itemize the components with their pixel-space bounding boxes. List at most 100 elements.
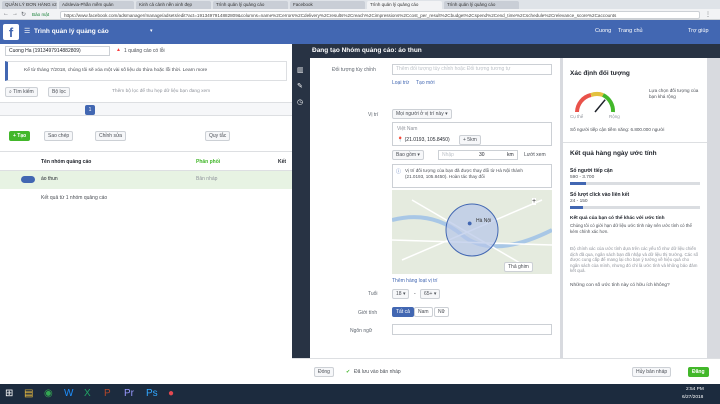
age-min: 18 [396, 291, 402, 297]
word-icon[interactable]: W [64, 388, 73, 399]
custom-audience-input[interactable]: Thêm đối tượng tùy chỉnh hoặc Đối tượng … [392, 64, 552, 75]
filter-button[interactable]: Bộ lọc [48, 87, 70, 97]
include-label: Bao gồm [396, 152, 417, 158]
browser-tab[interactable]: Trình quản lý quảng cáo [213, 1, 288, 9]
language-input[interactable] [392, 324, 552, 335]
age-dash: - [414, 291, 416, 297]
add-bulk-link[interactable]: Thêm hàng loạt vị trí [392, 278, 438, 284]
app-icon[interactable]: ● [168, 388, 174, 399]
table-header: Tên nhóm quảng cáo Phân phối Kết [0, 151, 292, 171]
gender-male-button[interactable]: Nam [414, 307, 433, 317]
drop-pin-button[interactable]: Thả ghim [504, 262, 533, 272]
ads-manager-left: Cuong Ha (1913497914882809) ▲ 1 quảng cá… [0, 44, 292, 384]
edit-button[interactable]: Chỉnh sửa [95, 131, 127, 141]
age-max-select[interactable]: 65+ ▾ [420, 289, 441, 299]
clicks-bar [570, 206, 700, 209]
create-button[interactable]: + Tạo [9, 131, 31, 141]
saved-label: Đã lưu vào bản nháp [354, 369, 401, 375]
browse-link[interactable]: Lướt xem [524, 152, 546, 158]
excel-icon[interactable]: X [84, 388, 91, 399]
radius-slider[interactable]: Nhập 30 km [438, 150, 518, 160]
age-max: 65+ [424, 291, 433, 297]
exclude-link[interactable]: Loại trừ [392, 80, 409, 86]
rules-button[interactable]: Quy tắc [205, 131, 231, 141]
adset-tab-icon[interactable]: 1 [85, 105, 95, 115]
chrome-icon[interactable]: ◉ [44, 388, 53, 399]
powerpoint-icon[interactable]: P [104, 388, 111, 399]
clicks-value: 24 - 150 [570, 199, 588, 204]
reload-icon[interactable]: ↻ [21, 11, 26, 18]
discard-draft-button[interactable]: Hủy bản nháp [632, 367, 672, 377]
error-badge[interactable]: 1 quảng cáo có lỗi [124, 48, 165, 54]
start-icon[interactable]: ⊞ [5, 388, 13, 399]
explorer-icon[interactable]: ▤ [24, 388, 33, 399]
facebook-logo-icon[interactable]: f [3, 24, 19, 40]
row-name[interactable]: áo thun [41, 176, 58, 182]
home-link[interactable]: Trang chủ [618, 28, 643, 34]
include-select[interactable]: Bao gồm ▾ [392, 150, 424, 160]
col-name[interactable]: Tên nhóm quảng cáo [41, 159, 91, 165]
browser-tab[interactable]: Kinh cả cảnh nền xinh đẹp [136, 1, 211, 9]
account-select[interactable]: Cuong Ha (1913497914882809) [5, 46, 110, 56]
menu-icon[interactable]: ⋮ [705, 11, 711, 18]
clicks-label: Số lượt click vào liên kết [570, 192, 630, 198]
gauge-specific-label: Cụ thể [570, 114, 584, 119]
toggle-switch[interactable] [21, 176, 35, 183]
location-label: Vị trí [368, 112, 379, 118]
browser-tab-active[interactable]: Trình quản lý quảng cáo [367, 1, 442, 9]
url-input[interactable]: https://www.facebook.com/adsmanager/mana… [60, 10, 700, 19]
chart-icon[interactable]: ▥ [297, 66, 304, 74]
chevron-down-icon[interactable]: ▾ [150, 28, 153, 34]
gender-all-button[interactable]: Tất cả [392, 307, 414, 317]
back-icon[interactable]: ← [3, 11, 9, 17]
premiere-icon[interactable]: Pr [124, 388, 134, 399]
reach-bar-fill [570, 182, 586, 185]
copy-button[interactable]: Sao chép [44, 131, 74, 141]
audience-desc: Lựa chọn đối tượng của bạn khá rộng [649, 88, 699, 99]
location-select[interactable]: Mọi người ở vị trí này ▾ [392, 109, 452, 119]
browser-tab[interactable]: Adslevia-Phần mềm quản [59, 1, 134, 9]
menu-hamburger-icon[interactable]: ☰ [24, 27, 30, 35]
search-label: Tìm kiếm [13, 89, 34, 95]
potential-reach: Số người tiếp cận tiềm năng: 6.800.000 n… [570, 127, 665, 132]
gender-female-button[interactable]: Nữ [434, 307, 449, 317]
browser-tab[interactable]: QUẢN LÝ ĐƠN HÀNG v2 [2, 1, 57, 9]
publish-button[interactable]: Đăng [688, 367, 709, 377]
level-tabs: 1 [0, 102, 292, 116]
location-select-label: Mọi người ở vị trí này [396, 111, 444, 117]
pencil-icon[interactable]: ✎ [297, 82, 303, 90]
age-min-select[interactable]: 18 ▾ [392, 289, 410, 299]
app-title[interactable]: Trình quản lý quảng cáo [34, 28, 109, 35]
filter-hint: Thêm bộ lọc để thu hẹp dữ liệu bạn đang … [112, 89, 211, 94]
table-row[interactable]: áo thun Bản nháp [0, 171, 292, 189]
clock-icon[interactable]: ◷ [297, 98, 303, 106]
audience-gauge-icon [575, 91, 615, 113]
taskbar: ⊞ ▤ ◉ W X P Pr Ps ● 2:54 PM 6/27/2018 [0, 384, 720, 404]
clock-date: 6/27/2018 [682, 395, 704, 400]
create-new-link[interactable]: Tạo mới [416, 80, 435, 86]
gauge-broad-label: Rộng [609, 114, 620, 119]
user-name[interactable]: Cuong [595, 28, 611, 34]
close-button[interactable]: Đóng [314, 367, 334, 377]
browser-tab[interactable]: Facebook [290, 1, 365, 9]
col-delivery[interactable]: Phân phối [196, 159, 220, 165]
reach-value: 590 - 3.700 [570, 175, 595, 180]
forward-icon[interactable]: → [12, 11, 18, 17]
photoshop-icon[interactable]: Ps [146, 388, 158, 399]
map-pin-icon[interactable]: ● [467, 218, 472, 228]
helpful-question[interactable]: Những con số ước tính này có hữu ích khô… [570, 283, 670, 288]
zoom-in-icon[interactable]: + [532, 198, 537, 205]
radius-select[interactable]: + 5km [459, 135, 481, 145]
col-result[interactable]: Kết [278, 159, 286, 165]
rules-label: Quy tắc [209, 133, 227, 139]
clock-time: 2:54 PM [686, 387, 704, 392]
tab-label: Trình quản lý quảng cáo [216, 2, 265, 7]
modal-footer: Đóng ✔ Đã lưu vào bản nháp Hủy bản nháp … [292, 358, 720, 384]
search-button[interactable]: ⌕ Tìm kiếm [5, 87, 38, 97]
map[interactable]: ● Hà Nội + Thả ghim [392, 190, 552, 274]
map-city: Hà Nội [476, 218, 492, 224]
custom-audience-label: Đối tượng tùy chỉnh [332, 67, 376, 73]
row-delivery: Bản nháp [196, 176, 218, 182]
help-link[interactable]: Trợ giúp [688, 28, 709, 34]
browser-tab[interactable]: Trình quản lý quảng cáo [444, 1, 519, 9]
